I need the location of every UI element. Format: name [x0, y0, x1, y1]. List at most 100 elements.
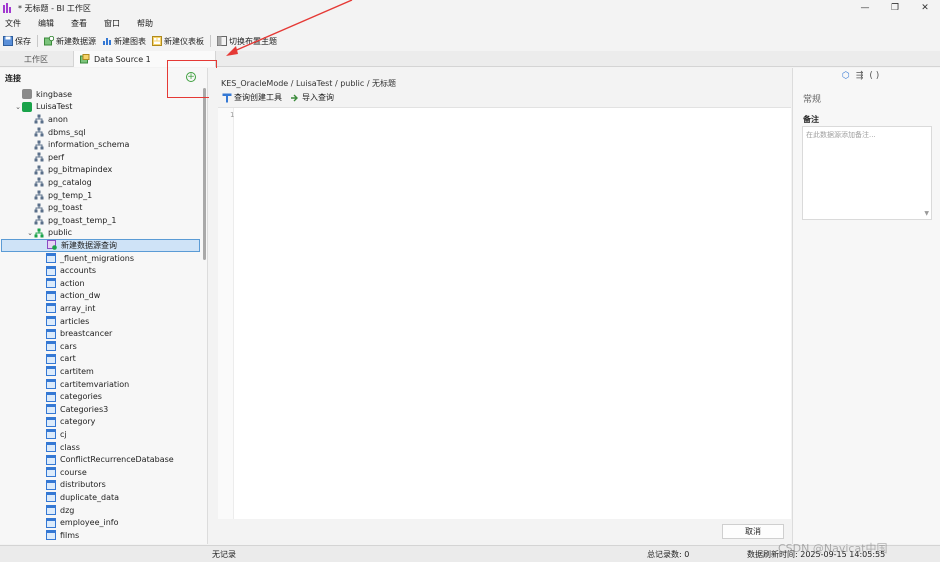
- expand-chevron-icon[interactable]: ⌄: [26, 229, 34, 237]
- sql-code-editor[interactable]: 1: [218, 107, 791, 519]
- tree-item[interactable]: films: [38, 529, 79, 542]
- tree-item-label: pg_bitmapindex: [48, 165, 113, 175]
- new-datasource-button[interactable]: 新建数据源: [41, 33, 99, 49]
- database-connected-icon: [22, 101, 32, 112]
- tree-item[interactable]: information_schema: [26, 138, 129, 151]
- tree-item-label: employee_info: [60, 518, 119, 528]
- tree-item[interactable]: breastcancer: [38, 327, 112, 340]
- import-query-button[interactable]: 导入查询: [290, 92, 334, 103]
- object-info-icon[interactable]: ⬡: [842, 71, 850, 81]
- table-icon: [46, 479, 56, 490]
- scroll-down-icon[interactable]: ▼: [924, 210, 929, 217]
- menu-edit[interactable]: 编辑: [33, 18, 59, 29]
- table-icon: [46, 353, 56, 364]
- tree-item[interactable]: action_dw: [38, 290, 100, 303]
- table-icon: [46, 517, 56, 528]
- table-icon: [46, 303, 56, 314]
- title-bar: * 无标题 - BI 工作区 — ❐ ✕: [0, 0, 940, 16]
- tree-item[interactable]: distributors: [38, 479, 106, 492]
- tree-item[interactable]: dbms_sql: [26, 126, 86, 139]
- tab-workspace[interactable]: 工作区: [0, 51, 72, 67]
- query-icon: [47, 240, 57, 251]
- table-icon: [46, 379, 56, 390]
- close-window-button[interactable]: ✕: [910, 0, 940, 16]
- query-tools: 查询创建工具 导入查询: [222, 92, 342, 103]
- status-total-records: 总记录数: 0: [647, 550, 690, 559]
- table-icon: [46, 278, 56, 289]
- tree-item[interactable]: dzg: [38, 504, 74, 517]
- import-query-label: 导入查询: [302, 93, 334, 102]
- fields-icon[interactable]: ⇶: [856, 71, 864, 81]
- tree-item-label: information_schema: [48, 140, 130, 150]
- schema-icon: [34, 177, 44, 187]
- tree-item[interactable]: pg_bitmapindex: [26, 164, 112, 177]
- tree-item-label: pg_temp_1: [48, 190, 93, 200]
- table-icon: [46, 429, 56, 440]
- table-icon: [46, 366, 56, 377]
- schema-icon: [34, 203, 44, 213]
- tree-item[interactable]: ConflictRecurrenceDatabase: [38, 453, 174, 466]
- tree-item-label: _fluent_migrations: [60, 253, 135, 263]
- import-icon: [290, 93, 300, 103]
- tree-item[interactable]: Categories3: [38, 403, 108, 416]
- tree-item[interactable]: ⌄ public: [26, 227, 72, 240]
- tree-item[interactable]: pg_toast: [26, 201, 82, 214]
- new-chart-button[interactable]: 新建图表: [99, 33, 149, 49]
- tree-item[interactable]: pg_catalog: [26, 176, 92, 189]
- new-dashboard-label: 新建仪表板: [164, 36, 204, 46]
- save-button[interactable]: 保存: [0, 33, 34, 49]
- tree-item-label: pg_toast_temp_1: [48, 215, 117, 225]
- tree-item[interactable]: action: [38, 277, 85, 290]
- expand-chevron-icon[interactable]: ⌄: [14, 103, 22, 111]
- table-icon: [46, 530, 56, 541]
- tree-item[interactable]: duplicate_data: [38, 491, 119, 504]
- tree-item[interactable]: cart: [38, 353, 76, 366]
- tree-item-label: anon: [48, 114, 68, 124]
- minimize-button[interactable]: —: [850, 0, 880, 16]
- tree-item[interactable]: perf: [26, 151, 64, 164]
- tree-item-label: articles: [60, 316, 90, 326]
- tree-item[interactable]: cars: [38, 340, 77, 353]
- tree-item[interactable]: _fluent_migrations: [38, 252, 134, 265]
- tree-item[interactable]: course: [38, 466, 87, 479]
- tree-item-label: categories: [60, 392, 102, 402]
- tree-item-label: dzg: [60, 505, 75, 515]
- tree-item[interactable]: anon: [26, 113, 68, 126]
- tree-item[interactable]: class: [38, 441, 80, 454]
- dashboard-icon: [152, 36, 162, 46]
- tree-item[interactable]: pg_temp_1: [26, 189, 92, 202]
- tree-item[interactable]: cj: [38, 428, 67, 441]
- table-icon: [46, 467, 56, 478]
- tree-item[interactable]: articles: [38, 315, 89, 328]
- query-builder-button[interactable]: 查询创建工具: [222, 92, 282, 103]
- menu-file[interactable]: 文件: [0, 18, 26, 29]
- menu-view[interactable]: 查看: [66, 18, 92, 29]
- tree-item[interactable]: kingbase: [14, 88, 72, 101]
- notes-textarea[interactable]: 在此数据源添加备注... ▼: [802, 126, 932, 220]
- tree-item[interactable]: employee_info: [38, 516, 119, 529]
- watermark: CSDN @Navicat中国: [778, 542, 888, 555]
- tree-item-label: action: [60, 278, 85, 288]
- tree-item[interactable]: categories: [38, 390, 102, 403]
- tree-scrollbar[interactable]: [203, 88, 206, 260]
- tree-item[interactable]: category: [38, 416, 95, 429]
- tree-item[interactable]: pg_toast_temp_1: [26, 214, 116, 227]
- cancel-button[interactable]: 取消: [722, 524, 784, 539]
- menu-window[interactable]: 窗口: [99, 18, 125, 29]
- tree-item[interactable]: cartitem: [38, 365, 94, 378]
- tab-data-source-label: Data Source 1: [94, 54, 151, 64]
- schema-icon: [34, 140, 44, 150]
- maximize-button[interactable]: ❐: [880, 0, 910, 16]
- tree-item-label: films: [60, 530, 80, 540]
- tree-item[interactable]: ⌄ LuisaTest: [14, 101, 72, 114]
- tab-workspace-label: 工作区: [24, 54, 48, 64]
- tree-item[interactable]: cartitemvariation: [38, 378, 129, 391]
- tree-item[interactable]: array_int: [38, 302, 95, 315]
- parameters-icon[interactable]: ( ): [869, 71, 879, 81]
- menu-help[interactable]: 帮助: [132, 18, 158, 29]
- notes-placeholder: 在此数据源添加备注...: [806, 131, 876, 139]
- tree-item[interactable]: accounts: [38, 264, 96, 277]
- table-icon: [46, 328, 56, 339]
- new-dashboard-button[interactable]: 新建仪表板: [149, 33, 207, 49]
- tree-item-selected[interactable]: 新建数据源查询: [1, 239, 200, 252]
